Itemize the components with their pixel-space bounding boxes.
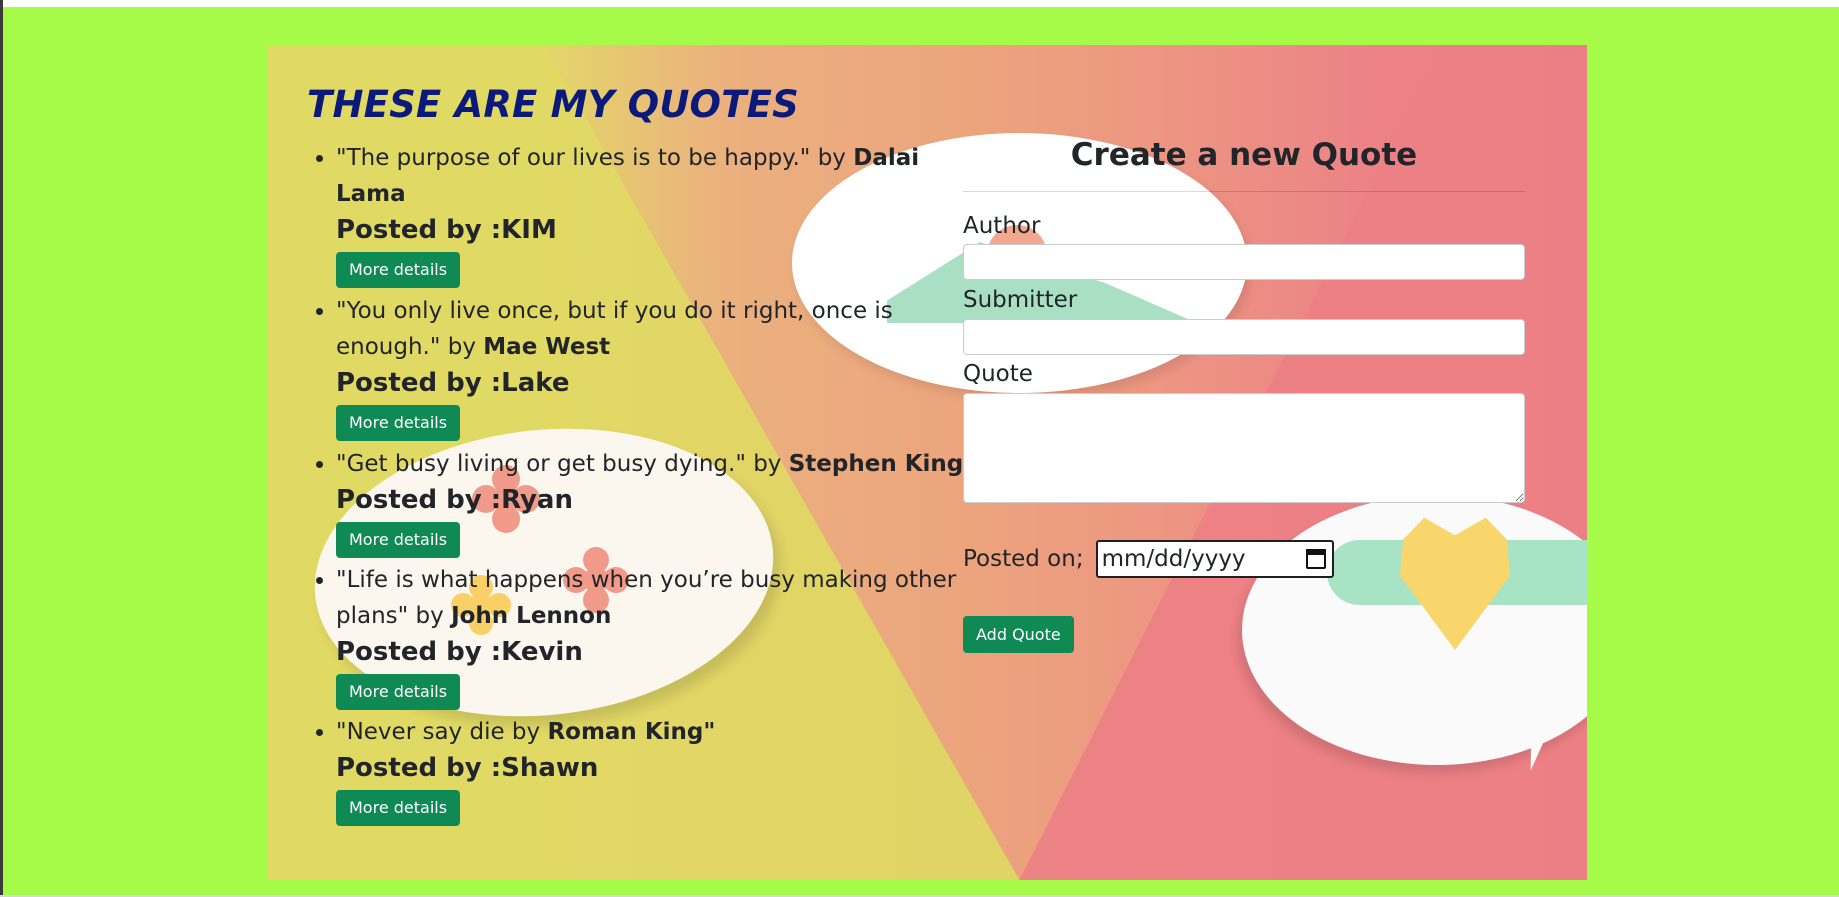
author-label: Author [963,213,1041,239]
quote-author: Roman King" [547,719,716,745]
content-layer: THESE ARE MY QUOTES "The purpose of our … [267,45,1587,880]
list-item: "You only live once, but if you do it ri… [336,293,996,446]
form-divider [963,191,1525,192]
more-details-button[interactable]: More details [336,252,461,288]
date-input[interactable]: mm/dd/yyyy [1095,540,1334,578]
quote-text: "Get busy living or get busy dying." by [336,451,789,477]
list-item: "Get busy living or get busy dying." by … [336,446,996,562]
quote-label: Quote [963,361,1033,387]
more-details-button[interactable]: More details [336,405,461,441]
quote-author: Mae West [483,334,611,360]
form-title: Create a new Quote [1070,137,1418,173]
posted-on-row: Posted on; mm/dd/yyyy [963,540,1334,578]
window-left-edge [0,0,3,897]
quote-list: "The purpose of our lives is to be happy… [267,140,996,831]
browser-top-edge [0,0,1839,8]
add-quote-button[interactable]: Add Quote [963,616,1074,653]
posted-by: Posted by :KIM [336,215,557,245]
quote-text: "The purpose of our lives is to be happy… [336,145,854,171]
page-title: THESE ARE MY QUOTES [307,83,799,126]
quote-text: "You only live once, but if you do it ri… [336,298,893,360]
submitter-input[interactable] [963,319,1525,355]
list-item: "Never say die by Roman King" Posted by … [336,714,996,831]
calendar-icon[interactable] [1305,549,1326,569]
date-placeholder: mm/dd/yyyy [1101,546,1246,572]
more-details-button[interactable]: More details [336,674,461,710]
posted-by: Posted by :Kevin [336,637,583,667]
quote-author: John Lennon [451,603,612,629]
author-input[interactable] [963,244,1525,280]
more-details-button[interactable]: More details [336,790,461,826]
posted-by: Posted by :Lake [336,368,570,398]
list-item: "The purpose of our lives is to be happy… [336,140,996,293]
quote-textarea[interactable] [963,393,1525,503]
list-item: "Life is what happens when you’re busy m… [336,562,996,714]
submitter-label: Submitter [963,287,1078,313]
quote-text: "Life is what happens when you’re busy m… [336,567,957,629]
posted-by: Posted by :Ryan [336,485,573,515]
posted-by: Posted by :Shawn [336,753,599,783]
more-details-button[interactable]: More details [336,522,461,558]
quote-text: "Never say die by [336,719,548,745]
quotes-card: THESE ARE MY QUOTES "The purpose of our … [267,45,1587,880]
posted-on-label: Posted on; [963,546,1084,572]
quote-author: Stephen King [788,451,964,477]
